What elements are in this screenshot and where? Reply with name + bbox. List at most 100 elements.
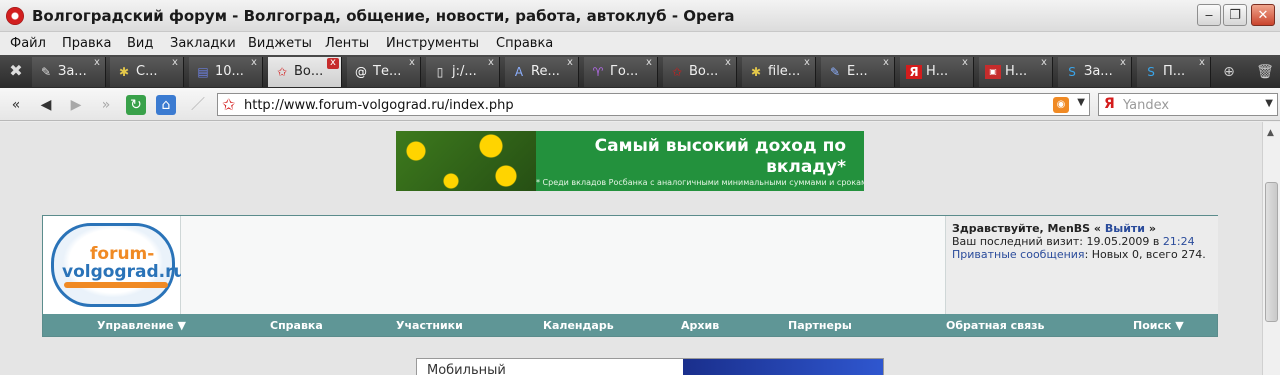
vertical-scrollbar[interactable]: ▲ [1262,122,1280,375]
reload-icon[interactable]: ↻ [126,95,146,115]
address-field[interactable]: ✩ http://www.forum-volgograd.ru/index.ph… [217,93,1090,116]
edit-icon[interactable]: ／ [188,95,208,115]
rss-icon[interactable]: ◉ [1053,97,1069,113]
tab[interactable]: S П... x [1137,57,1211,87]
new-tab-icon[interactable]: ⊕ [1220,63,1238,81]
tab[interactable]: ✩ Во... x [663,57,737,87]
tab[interactable]: @ Те... x [347,57,421,87]
tab[interactable]: A Re... x [505,57,579,87]
nav-search[interactable]: Поиск ▼ [1133,319,1184,332]
tab[interactable]: S За... x [1058,57,1132,87]
yandex-icon: Я [906,65,922,79]
tab-bar: ✖ ✎ За... x ✱ С... x ▤ 10... x ✩ Во... x… [0,55,1280,88]
close-icon[interactable]: x [801,58,813,69]
close-icon[interactable]: x [1196,58,1208,69]
nav-members[interactable]: Участники [396,319,463,332]
tab[interactable]: ▤ 10... x [189,57,263,87]
close-icon[interactable]: x [91,58,103,69]
menu-widgets[interactable]: Виджеты [248,36,312,51]
tab-label: E... [847,64,868,79]
bank-banner-ad[interactable]: Самый высокий доход по вкладу* * Среди в… [396,131,864,191]
tab[interactable]: ♈ Го... x [584,57,658,87]
back-icon[interactable]: ◀ [36,95,56,115]
close-icon[interactable]: x [485,58,497,69]
tab-label: 10... [215,64,244,79]
bug-icon: ✱ [750,65,762,79]
tab-active[interactable]: ✩ Во... x [268,57,342,87]
menu-bookmarks[interactable]: Закладки [170,36,236,51]
tab[interactable]: ✱ С... x [110,57,184,87]
private-messages-link[interactable]: Приватные сообщения [952,248,1085,261]
tab[interactable]: ▯ j:/... x [426,57,500,87]
minimize-button[interactable]: ‒ [1197,4,1221,26]
tab[interactable]: ✎ E... x [821,57,895,87]
bottom-banner-ad[interactable]: Мобильный [416,358,884,375]
star-icon: ✩ [276,65,288,79]
menu-help[interactable]: Справка [496,36,553,51]
tab[interactable]: ✎ За... x [32,57,106,87]
address-toolbar: « ◀ ▶ » ↻ ⌂ ／ ✩ http://www.forum-volgogr… [0,88,1280,121]
close-icon[interactable]: x [959,58,971,69]
last-visit-label: Ваш последний визит: 19.05.2009 в [952,235,1163,248]
close-icon[interactable]: x [880,58,892,69]
tab-label: Те... [373,64,402,79]
page-content: Самый высокий доход по вкладу* * Среди в… [0,122,1262,375]
opera-icon[interactable] [6,7,24,25]
logout-link[interactable]: Выйти [1105,222,1145,235]
tab[interactable]: ✱ file... x [742,57,816,87]
close-icon[interactable]: x [1117,58,1129,69]
menu-feeds[interactable]: Ленты [325,36,369,51]
aries-icon: ♈ [592,65,604,79]
tools-icon[interactable]: ✖ [6,61,26,81]
dandelion-image [396,131,536,191]
close-icon[interactable]: x [169,58,181,69]
nav-manage[interactable]: Управление ▼ [97,319,186,332]
menu-file[interactable]: Файл [10,36,46,51]
tab[interactable]: ▣ Н... x [979,57,1053,87]
menu-edit[interactable]: Правка [62,36,111,51]
nav-partners[interactable]: Партнеры [788,319,852,332]
close-icon[interactable]: x [248,58,260,69]
nav-feedback[interactable]: Обратная связь [946,319,1045,332]
trash-icon[interactable]: 🗑 [1256,63,1274,81]
close-icon[interactable]: x [643,58,655,69]
tab[interactable]: Я Н... x [900,57,974,87]
close-icon[interactable]: x [406,58,418,69]
close-icon[interactable]: x [1038,58,1050,69]
forum-logo[interactable]: forum- volgograd.ru [51,223,186,307]
scroll-thumb[interactable] [1265,182,1278,322]
url-text[interactable]: http://www.forum-volgograd.ru/index.php [244,98,514,113]
scroll-up-icon[interactable]: ▲ [1267,128,1274,138]
star-icon: ✩ [671,65,683,79]
yandex-icon[interactable]: Я [1104,96,1115,112]
close-icon[interactable]: x [327,58,339,69]
home-icon[interactable]: ⌂ [156,95,176,115]
close-icon[interactable]: x [722,58,734,69]
user-panel: Здравствуйте, MenBS « Выйти » Ваш послед… [945,216,1218,314]
chevron-down-icon[interactable]: ▼ [1077,97,1085,108]
tab-label: П... [1163,64,1186,79]
maximize-button[interactable]: ❐ [1223,4,1247,26]
bottom-ad-text: Мобильный [427,363,506,375]
banner-headline: Самый высокий доход по вкладу* [594,136,846,177]
star-icon: ✩ [222,95,236,114]
nav-archive[interactable]: Архив [681,319,719,332]
last-visit-time: 21:24 [1162,235,1195,248]
rewind-icon[interactable]: « [6,95,26,115]
greeting-bracket: » [1144,222,1156,235]
menu-tools[interactable]: Инструменты [386,36,479,51]
greeting-text: Здравствуйте, MenBS [952,222,1091,235]
nav-help[interactable]: Справка [270,319,323,332]
menu-view[interactable]: Вид [127,36,153,51]
forum-nav: Управление ▼ Справка Участники Календарь… [43,314,1217,336]
close-icon[interactable]: x [564,58,576,69]
window-title: Волгоградский форум - Волгоград, общение… [32,7,735,25]
nav-calendar[interactable]: Календарь [543,319,614,332]
chevron-down-icon[interactable]: ▼ [1265,98,1273,109]
skype-icon: S [1147,65,1155,79]
fast-forward-icon[interactable]: » [96,95,116,115]
forward-icon[interactable]: ▶ [66,95,86,115]
search-input[interactable] [1123,97,1253,113]
search-box[interactable]: Я ▼ [1098,93,1278,116]
close-button[interactable]: ✕ [1251,4,1275,26]
